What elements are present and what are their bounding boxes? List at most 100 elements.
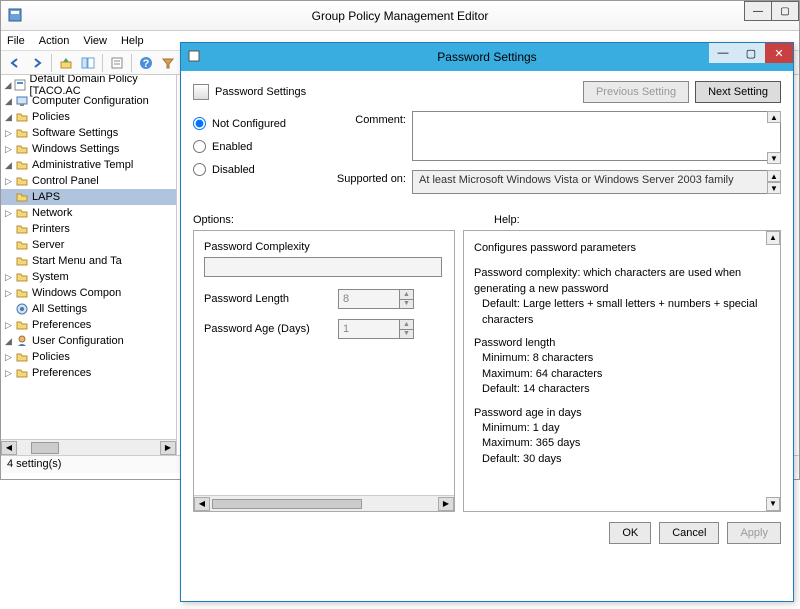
scroll-up-icon[interactable]: ▲ bbox=[767, 111, 781, 123]
expand-icon[interactable]: ▷ bbox=[3, 288, 14, 299]
dialog-maximize-button[interactable]: ▢ bbox=[737, 43, 765, 63]
expand-icon[interactable]: ▷ bbox=[3, 128, 14, 139]
menu-help[interactable]: Help bbox=[121, 35, 144, 47]
tree-policies[interactable]: Policies bbox=[32, 111, 70, 123]
editor-title: Group Policy Management Editor bbox=[312, 9, 489, 23]
expand-icon[interactable]: ▷ bbox=[3, 272, 14, 283]
back-icon[interactable] bbox=[5, 53, 25, 73]
scroll-down-icon[interactable]: ▼ bbox=[767, 152, 781, 164]
editor-titlebar[interactable]: Group Policy Management Editor — ▢ bbox=[1, 1, 799, 31]
help-v-scrollbar[interactable]: ▲▼ bbox=[766, 231, 780, 511]
expand-icon[interactable]: ▷ bbox=[3, 208, 14, 219]
tree-item[interactable]: Preferences bbox=[32, 367, 91, 379]
tree-pane[interactable]: ◢ Default Domain Policy [TACO.AC ◢ Compute… bbox=[1, 75, 177, 455]
collapse-icon[interactable]: ◢ bbox=[3, 80, 13, 91]
supported-on-text: At least Microsoft Windows Vista or Wind… bbox=[412, 170, 781, 194]
tree-item[interactable]: Network bbox=[32, 207, 72, 219]
menu-view[interactable]: View bbox=[83, 35, 107, 47]
tree-item[interactable]: All Settings bbox=[32, 303, 87, 315]
expand-icon[interactable]: ▷ bbox=[3, 176, 14, 187]
scroll-thumb[interactable] bbox=[212, 499, 362, 509]
window-controls: — ▢ bbox=[745, 1, 799, 21]
spin-up-icon[interactable]: ▲ bbox=[399, 290, 413, 300]
complexity-dropdown[interactable] bbox=[204, 257, 442, 277]
collapse-icon[interactable]: ◢ bbox=[3, 112, 14, 123]
next-setting-button[interactable]: Next Setting bbox=[695, 81, 781, 103]
tree-item-laps[interactable]: LAPS bbox=[32, 191, 60, 203]
tree-item[interactable]: Policies bbox=[32, 351, 70, 363]
dialog-heading: Password Settings bbox=[215, 86, 306, 98]
radio-enabled[interactable]: Enabled bbox=[193, 140, 286, 153]
folder-icon bbox=[15, 238, 29, 252]
scroll-down-icon[interactable]: ▼ bbox=[766, 497, 780, 511]
tree-item[interactable]: Administrative Templ bbox=[32, 159, 133, 171]
scroll-right-icon[interactable]: ▶ bbox=[438, 497, 454, 511]
scroll-left-icon[interactable]: ◀ bbox=[194, 497, 210, 511]
tree-root[interactable]: Default Domain Policy [TACO.AC bbox=[30, 75, 176, 97]
tree-item[interactable]: Preferences bbox=[32, 319, 91, 331]
options-panel: Password Complexity Password Length 8▲▼ … bbox=[193, 230, 455, 512]
spin-up-icon[interactable]: ▲ bbox=[399, 320, 413, 330]
up-icon[interactable] bbox=[56, 53, 76, 73]
menu-action[interactable]: Action bbox=[39, 35, 70, 47]
help-text: Minimum: 1 day bbox=[474, 421, 762, 436]
maximize-button[interactable]: ▢ bbox=[771, 1, 799, 21]
comment-label: Comment: bbox=[316, 111, 406, 126]
dialog-titlebar[interactable]: Password Settings — ▢ ✕ bbox=[181, 43, 793, 71]
help-text: Configures password parameters bbox=[474, 241, 762, 256]
dialog-minimize-button[interactable]: — bbox=[709, 43, 737, 63]
scroll-right-icon[interactable]: ▶ bbox=[160, 441, 176, 455]
policy-tree[interactable]: ◢ Default Domain Policy [TACO.AC ◢ Compute… bbox=[1, 75, 176, 383]
spin-down-icon[interactable]: ▼ bbox=[399, 330, 413, 339]
previous-setting-button[interactable]: Previous Setting bbox=[583, 81, 689, 103]
state-radio-group: Not Configured Enabled Disabled bbox=[193, 111, 286, 200]
scroll-down-icon[interactable]: ▼ bbox=[767, 182, 781, 194]
expand-icon[interactable]: ▷ bbox=[3, 144, 14, 155]
minimize-button[interactable]: — bbox=[744, 1, 772, 21]
ok-button[interactable]: OK bbox=[609, 522, 651, 544]
comment-textarea[interactable] bbox=[412, 111, 781, 161]
policy-icon bbox=[14, 78, 27, 92]
apply-button[interactable]: Apply bbox=[727, 522, 781, 544]
tree-item[interactable]: Windows Settings bbox=[32, 143, 119, 155]
supported-scrollbar[interactable]: ▲▼ bbox=[767, 170, 781, 194]
age-spinner[interactable]: 1▲▼ bbox=[338, 319, 414, 339]
filter-icon[interactable] bbox=[158, 53, 178, 73]
tree-item[interactable]: System bbox=[32, 271, 69, 283]
tree-computer-config[interactable]: Computer Configuration bbox=[32, 95, 149, 107]
cancel-button[interactable]: Cancel bbox=[659, 522, 719, 544]
radio-disabled[interactable]: Disabled bbox=[193, 163, 286, 176]
options-h-scrollbar[interactable]: ◀ ▶ bbox=[194, 495, 454, 511]
dialog-title: Password Settings bbox=[437, 50, 536, 64]
radio-not-configured[interactable]: Not Configured bbox=[193, 117, 286, 130]
tree-user-config[interactable]: User Configuration bbox=[32, 335, 124, 347]
collapse-icon[interactable]: ◢ bbox=[3, 160, 14, 171]
scroll-up-icon[interactable]: ▲ bbox=[766, 231, 780, 245]
tree-item[interactable]: Server bbox=[32, 239, 64, 251]
scroll-left-icon[interactable]: ◀ bbox=[1, 441, 17, 455]
collapse-icon[interactable]: ◢ bbox=[3, 336, 14, 347]
folder-icon bbox=[15, 190, 29, 204]
show-hide-icon[interactable] bbox=[78, 53, 98, 73]
tree-h-scrollbar[interactable]: ◀ ▶ bbox=[1, 439, 176, 455]
tree-item[interactable]: Control Panel bbox=[32, 175, 99, 187]
folder-icon bbox=[15, 110, 29, 124]
tree-item[interactable]: Printers bbox=[32, 223, 70, 235]
help-icon[interactable]: ? bbox=[136, 53, 156, 73]
expand-icon[interactable]: ▷ bbox=[3, 368, 14, 379]
tree-item[interactable]: Start Menu and Ta bbox=[32, 255, 122, 267]
menu-file[interactable]: File bbox=[7, 35, 25, 47]
expand-icon[interactable]: ▷ bbox=[3, 320, 14, 331]
comment-scrollbar[interactable]: ▲▼ bbox=[767, 111, 781, 164]
tree-item[interactable]: Software Settings bbox=[32, 127, 118, 139]
expand-icon[interactable]: ▷ bbox=[3, 352, 14, 363]
spin-down-icon[interactable]: ▼ bbox=[399, 300, 413, 309]
scroll-thumb[interactable] bbox=[31, 442, 59, 454]
collapse-icon[interactable]: ◢ bbox=[3, 96, 14, 107]
dialog-close-button[interactable]: ✕ bbox=[765, 43, 793, 63]
length-spinner[interactable]: 8▲▼ bbox=[338, 289, 414, 309]
properties-icon[interactable] bbox=[107, 53, 127, 73]
tree-item[interactable]: Windows Compon bbox=[32, 287, 121, 299]
forward-icon[interactable] bbox=[27, 53, 47, 73]
scroll-up-icon[interactable]: ▲ bbox=[767, 170, 781, 182]
